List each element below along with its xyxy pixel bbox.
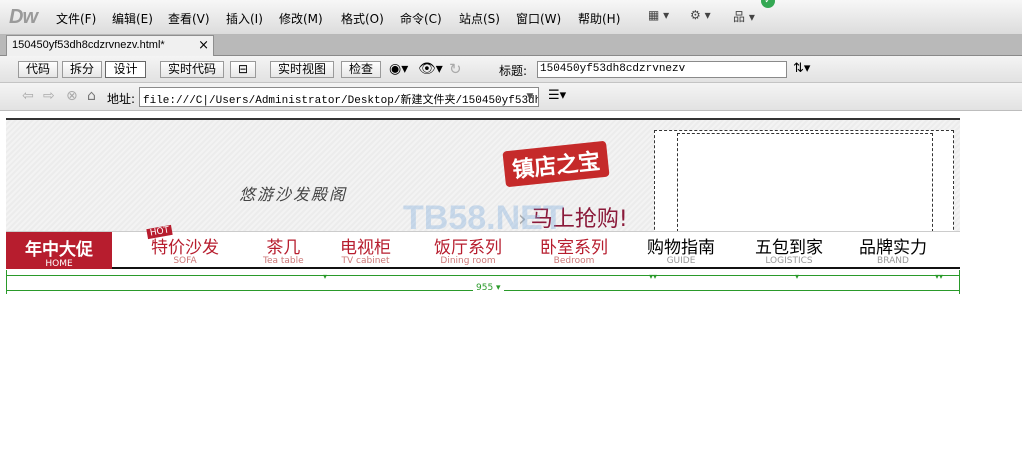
layout-icon[interactable]: ▦ ▾ bbox=[648, 8, 669, 26]
nav-item-guide[interactable]: 购物指南 GUIDE bbox=[647, 233, 715, 266]
menu-format[interactable]: 格式(O) bbox=[341, 10, 384, 27]
title-label: 标题: bbox=[499, 64, 528, 78]
menu-edit[interactable]: 编辑(E) bbox=[112, 10, 153, 27]
menu-commands[interactable]: 命令(C) bbox=[400, 10, 442, 27]
refresh-icon[interactable]: ↻ bbox=[449, 60, 462, 78]
nav-item-sub: Dining room bbox=[440, 256, 496, 266]
address-dropdown-icon[interactable]: ▼ bbox=[522, 88, 538, 106]
address-label: 地址: bbox=[107, 92, 136, 106]
document-tab-bar: 150450yf53dh8cdzrvnezv.html* × bbox=[0, 35, 1022, 56]
design-view-button[interactable]: 设计 bbox=[105, 61, 146, 78]
inspect-button[interactable]: 检查 bbox=[341, 61, 381, 78]
banner-signature: 悠游沙发殿阁 bbox=[239, 185, 348, 204]
stop-icon[interactable]: ⊗ bbox=[66, 88, 78, 104]
file-management-icon[interactable]: ⇅▾ bbox=[793, 61, 810, 76]
nav-item-sub: LOGISTICS bbox=[765, 256, 813, 266]
placeholder-inner-box bbox=[677, 133, 933, 237]
ruler-marker-icon[interactable]: ▾ bbox=[323, 272, 327, 281]
nav-home-label: 年中大促 bbox=[25, 240, 93, 260]
nav-item-label: 五包到家 bbox=[755, 238, 823, 258]
forward-icon[interactable]: ⇨ bbox=[43, 88, 55, 104]
address-input[interactable]: file:///C|/Users/Administrator/Desktop/新… bbox=[139, 87, 539, 107]
menu-bar: Dw 文件(F) 编辑(E) 查看(V) 插入(I) 修改(M) 格式(O) 命… bbox=[0, 0, 1022, 35]
menu-insert[interactable]: 插入(I) bbox=[226, 10, 263, 27]
document-tab[interactable]: 150450yf53dh8cdzrvnezv.html* × bbox=[6, 35, 214, 56]
nav-item-bedroom[interactable]: 卧室系列 Bedroom bbox=[540, 233, 608, 266]
menu-view[interactable]: 查看(V) bbox=[168, 10, 210, 27]
ruler-line bbox=[7, 275, 959, 276]
nav-item-label: 品牌实力 bbox=[859, 238, 927, 258]
nav-item-label: 卧室系列 bbox=[540, 238, 608, 258]
table-width-ruler: ▾ ▾▾ ▾ ▾▾ 955 ▾ bbox=[6, 270, 960, 294]
nav-item-tea-table[interactable]: 茶几 Tea table bbox=[263, 233, 304, 266]
browser-preview-icon[interactable]: ◉▾ bbox=[389, 61, 408, 77]
width-label[interactable]: 955 ▾ bbox=[473, 283, 504, 293]
width-value: 955 bbox=[476, 283, 494, 293]
title-input[interactable]: 150450yf53dh8cdzrvnezv bbox=[537, 61, 787, 78]
notification-icon: ✓ bbox=[761, 0, 775, 8]
nav-item-label: 购物指南 bbox=[647, 238, 715, 258]
live-view-button[interactable]: 实时视图 bbox=[270, 61, 334, 78]
visual-aids-icon[interactable]: 👁▾ bbox=[418, 61, 443, 77]
site-nav: 年中大促 HOME HOT 特价沙发 SOFA 茶几 Tea table 电视柜 TV… bbox=[6, 224, 960, 269]
ruler-marker-icon[interactable]: ▾ bbox=[795, 272, 799, 281]
nav-item-dining-room[interactable]: 饭厅系列 Dining room bbox=[434, 233, 502, 266]
split-view-button[interactable]: 拆分 bbox=[62, 61, 102, 78]
back-icon[interactable]: ⇦ bbox=[22, 88, 34, 104]
nav-item-tv-cabinet[interactable]: 电视柜 TV cabinet bbox=[340, 233, 391, 266]
nav-item-label: 饭厅系列 bbox=[434, 238, 502, 258]
gear-icon[interactable]: ⚙ ▾ bbox=[690, 8, 711, 26]
menu-window[interactable]: 窗口(W) bbox=[516, 10, 561, 27]
page-banner: 悠游沙发殿阁 镇店之宝 › 马上抢购! TB58.NET bbox=[6, 118, 960, 240]
menu-site[interactable]: 站点(S) bbox=[459, 10, 500, 27]
address-bar: ⇦ ⇨ ⊗ ⌂ 地址: file:///C|/Users/Administrat… bbox=[0, 83, 1022, 111]
ruler-marker-icon[interactable]: ▾▾ bbox=[935, 272, 943, 281]
nav-item-label: 特价沙发 bbox=[151, 238, 219, 258]
browse-options-icon[interactable]: ☰▾ bbox=[548, 88, 566, 103]
menu-modify[interactable]: 修改(M) bbox=[279, 10, 323, 27]
nav-item-sub: TV cabinet bbox=[341, 256, 390, 266]
nav-item-logistics[interactable]: 五包到家 LOGISTICS bbox=[755, 233, 823, 266]
live-code-button[interactable]: 实时代码 bbox=[160, 61, 224, 78]
nav-home-sub: HOME bbox=[45, 259, 73, 269]
nav-home[interactable]: 年中大促 HOME bbox=[6, 232, 112, 269]
menu-file[interactable]: 文件(F) bbox=[56, 10, 96, 27]
close-tab-icon[interactable]: × bbox=[198, 38, 209, 53]
featured-badge: 镇店之宝 bbox=[502, 140, 610, 188]
nav-item-brand[interactable]: 品牌实力 BRAND bbox=[859, 233, 927, 266]
home-icon[interactable]: ⌂ bbox=[87, 88, 96, 104]
nav-item-label: 茶几 bbox=[266, 238, 301, 258]
menu-help[interactable]: 帮助(H) bbox=[578, 10, 620, 27]
nav-item-sofa[interactable]: 特价沙发 SOFA bbox=[151, 233, 219, 266]
placeholder-box[interactable] bbox=[654, 130, 954, 240]
document-toolbar: 代码 拆分 设计 实时代码 ⊟ 实时视图 检查 ◉▾ 👁▾ ↻ 标题: 1504… bbox=[0, 56, 1022, 83]
inspect-icon[interactable]: ⊟ bbox=[230, 61, 256, 78]
site-icon[interactable]: 品 ▾ bbox=[733, 8, 755, 26]
design-canvas[interactable]: 悠游沙发殿阁 镇店之宝 › 马上抢购! TB58.NET 年中大促 HOME HO… bbox=[0, 111, 1022, 460]
nav-item-sub: Tea table bbox=[263, 256, 304, 266]
code-view-button[interactable]: 代码 bbox=[18, 61, 58, 78]
ruler-marker-icon[interactable]: ▾▾ bbox=[649, 272, 657, 281]
dreamweaver-logo: Dw bbox=[9, 6, 38, 28]
nav-item-label: 电视柜 bbox=[340, 238, 391, 258]
document-tab-title: 150450yf53dh8cdzrvnezv.html* bbox=[12, 39, 165, 51]
